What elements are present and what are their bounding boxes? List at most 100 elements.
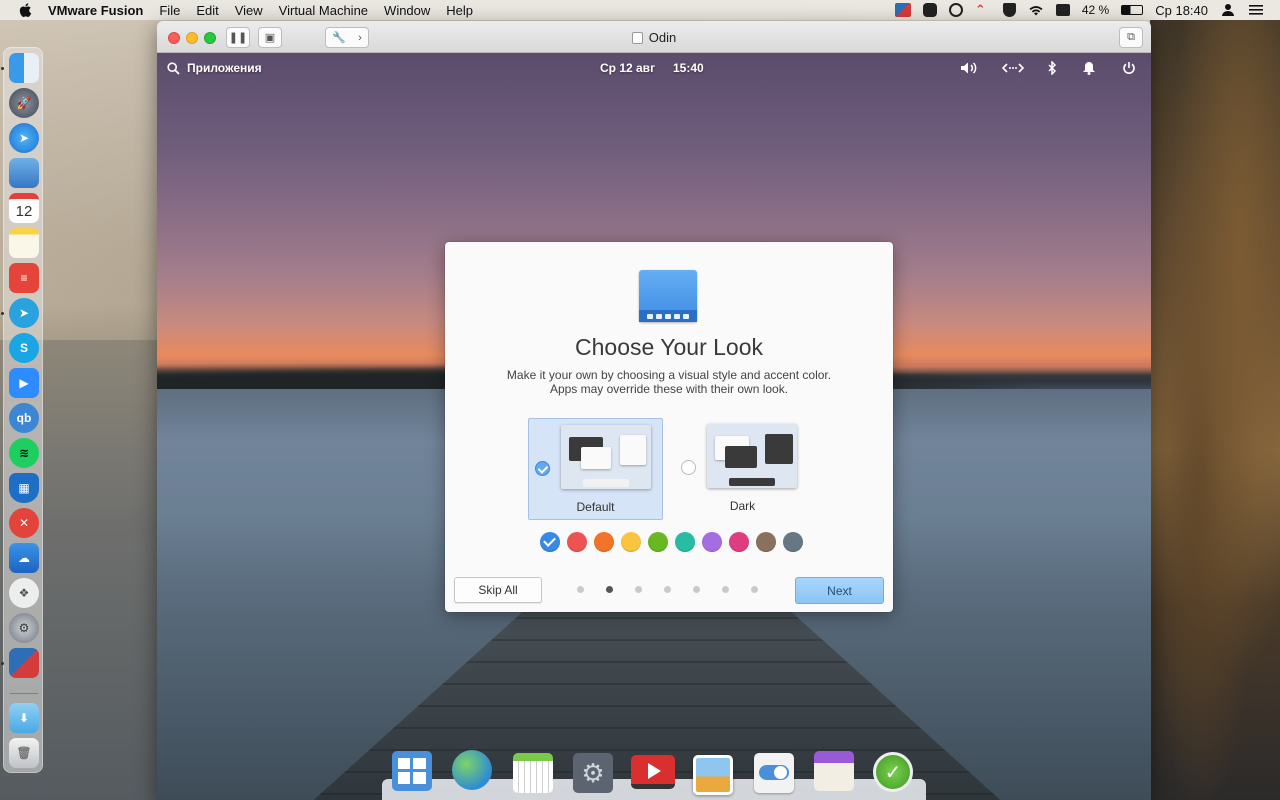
guest-screen[interactable]: Приложения Ср 12 авг 15:40 Choose Your L… bbox=[157, 53, 1151, 800]
accent-color-swatch[interactable] bbox=[621, 532, 641, 552]
menu-help[interactable]: Help bbox=[446, 3, 473, 18]
vmware-fusion-icon[interactable] bbox=[9, 648, 39, 678]
anydesk-status-icon[interactable]: ⌃ bbox=[975, 3, 991, 17]
zoom-icon[interactable]: ▶ bbox=[9, 368, 39, 398]
style-label-dark: Dark bbox=[729, 499, 756, 513]
menu-window[interactable]: Window bbox=[384, 3, 430, 18]
vmware-window: ❚❚ ▣ 🔧 › Odin ⧉ Приложения Ср 12 авг 15:… bbox=[157, 21, 1151, 800]
downloads-folder-icon[interactable]: ⬇ bbox=[9, 703, 39, 733]
app-menu-vmware[interactable]: VMware Fusion bbox=[48, 3, 143, 18]
menu-file[interactable]: File bbox=[159, 3, 180, 18]
page-dot[interactable] bbox=[693, 586, 700, 593]
menu-view[interactable]: View bbox=[235, 3, 263, 18]
menu-virtual-machine[interactable]: Virtual Machine bbox=[279, 3, 368, 18]
accent-color-swatch[interactable] bbox=[702, 532, 722, 552]
videos-icon[interactable] bbox=[631, 755, 675, 789]
accent-color-swatch[interactable] bbox=[675, 532, 695, 552]
notes-icon[interactable] bbox=[9, 228, 39, 258]
wifi-icon[interactable] bbox=[1028, 3, 1044, 17]
qbittorrent-icon[interactable]: qb bbox=[9, 403, 39, 433]
accent-color-swatch[interactable] bbox=[567, 532, 587, 552]
cloud-mail-icon[interactable]: ☁ bbox=[9, 543, 39, 573]
system-preferences-icon[interactable]: ⚙ bbox=[9, 613, 39, 643]
host-dock: 🚀 ➤ 12 ≡ ➤ S ▶ qb ≋ ▦ ✕ ☁ ❖ ⚙ ⬇ 🗑 bbox=[1, 47, 43, 773]
style-radio-dark[interactable] bbox=[681, 460, 696, 475]
style-option-default[interactable]: Default bbox=[528, 418, 663, 520]
calendar-icon[interactable]: 12 bbox=[9, 193, 39, 223]
appcenter-icon[interactable] bbox=[814, 751, 854, 791]
accent-color-swatch[interactable] bbox=[648, 532, 668, 552]
page-dot[interactable] bbox=[606, 586, 613, 593]
guest-top-panel: Приложения Ср 12 авг 15:40 bbox=[157, 53, 1151, 83]
battery-percent: 42 % bbox=[1081, 3, 1110, 17]
multitasking-view-icon[interactable] bbox=[392, 751, 432, 791]
page-dot[interactable] bbox=[664, 586, 671, 593]
notification-center-icon[interactable] bbox=[1248, 3, 1264, 17]
calendar-icon[interactable] bbox=[513, 753, 553, 793]
trash-icon[interactable]: 🗑 bbox=[9, 738, 39, 768]
vm-document-icon bbox=[631, 32, 643, 44]
anydesk-icon[interactable]: ✕ bbox=[9, 508, 39, 538]
next-button[interactable]: Next bbox=[795, 577, 884, 604]
style-radio-default[interactable] bbox=[535, 461, 550, 476]
restore-icon: ⧉ bbox=[1127, 31, 1135, 43]
desktop-wallpaper-cliff bbox=[1150, 20, 1280, 800]
web-browser-icon[interactable] bbox=[452, 750, 492, 790]
search-icon bbox=[167, 61, 180, 75]
running-indicator bbox=[1, 662, 4, 665]
bettertouch-icon[interactable]: ❖ bbox=[9, 578, 39, 608]
toggle-status-icon[interactable] bbox=[922, 3, 937, 17]
window-title-text: Odin bbox=[648, 30, 677, 45]
system-settings-icon[interactable]: ⚙ bbox=[573, 753, 613, 793]
network-icon[interactable] bbox=[1002, 60, 1024, 76]
page-dot[interactable] bbox=[751, 586, 758, 593]
onboarding-dialog: Choose Your Look Make it your own by cho… bbox=[445, 242, 893, 612]
telegram-icon[interactable]: ➤ bbox=[9, 298, 39, 328]
safari-icon[interactable]: ➤ bbox=[9, 123, 39, 153]
adguard-icon[interactable]: ▦ bbox=[9, 473, 39, 503]
menubar-clock[interactable]: Ср 18:40 bbox=[1155, 3, 1208, 18]
running-indicator bbox=[1, 67, 4, 70]
finder-icon[interactable] bbox=[9, 53, 39, 83]
host-menubar: VMware Fusion File Edit View Virtual Mac… bbox=[0, 0, 1280, 20]
page-dot[interactable] bbox=[635, 586, 642, 593]
launchpad-icon[interactable]: 🚀 bbox=[9, 88, 39, 118]
fullscreen-button[interactable]: ⧉ bbox=[1119, 27, 1143, 48]
panel-time[interactable]: 15:40 bbox=[673, 61, 704, 75]
vmware-titlebar: ❚❚ ▣ 🔧 › Odin ⧉ bbox=[157, 21, 1151, 53]
appearance-icon bbox=[639, 270, 697, 322]
battery-icon[interactable] bbox=[1121, 5, 1144, 15]
one-password-icon[interactable] bbox=[948, 3, 963, 17]
power-icon[interactable] bbox=[1120, 60, 1138, 76]
skype-icon[interactable]: S bbox=[9, 333, 39, 363]
bluetooth-icon[interactable] bbox=[1043, 60, 1061, 76]
panel-date[interactable]: Ср 12 авг bbox=[600, 61, 655, 75]
apple-menu-icon[interactable] bbox=[18, 2, 32, 18]
notifications-bell-icon[interactable] bbox=[1080, 60, 1098, 76]
volume-icon[interactable] bbox=[960, 60, 978, 76]
preview-icon[interactable] bbox=[9, 158, 39, 188]
shield-icon[interactable] bbox=[1002, 3, 1016, 17]
page-indicator bbox=[577, 586, 758, 593]
dialog-title: Choose Your Look bbox=[575, 334, 763, 360]
dialog-description-line1: Make it your own by choosing a visual st… bbox=[506, 368, 832, 382]
accent-color-swatch[interactable] bbox=[756, 532, 776, 552]
switchboard-toggle-icon[interactable] bbox=[754, 753, 794, 793]
skip-all-button[interactable]: Skip All bbox=[454, 577, 542, 603]
accent-color-swatch[interactable] bbox=[783, 532, 803, 552]
user-icon[interactable] bbox=[1220, 3, 1236, 17]
page-dot[interactable] bbox=[577, 586, 584, 593]
spotify-icon[interactable]: ≋ bbox=[9, 438, 39, 468]
onboarding-icon[interactable]: ✓ bbox=[873, 752, 913, 792]
accent-color-swatch[interactable] bbox=[594, 532, 614, 552]
messages-status-icon[interactable] bbox=[1055, 4, 1070, 16]
menu-edit[interactable]: Edit bbox=[196, 3, 218, 18]
accent-color-swatch[interactable] bbox=[540, 532, 560, 552]
page-dot[interactable] bbox=[722, 586, 729, 593]
applications-menu[interactable]: Приложения bbox=[167, 61, 262, 75]
style-option-dark[interactable]: Dark bbox=[675, 418, 810, 520]
todoist-icon[interactable]: ≡ bbox=[9, 263, 39, 293]
accent-color-swatch[interactable] bbox=[729, 532, 749, 552]
photos-icon[interactable] bbox=[693, 755, 733, 795]
vmware-status-icon[interactable] bbox=[894, 3, 911, 17]
